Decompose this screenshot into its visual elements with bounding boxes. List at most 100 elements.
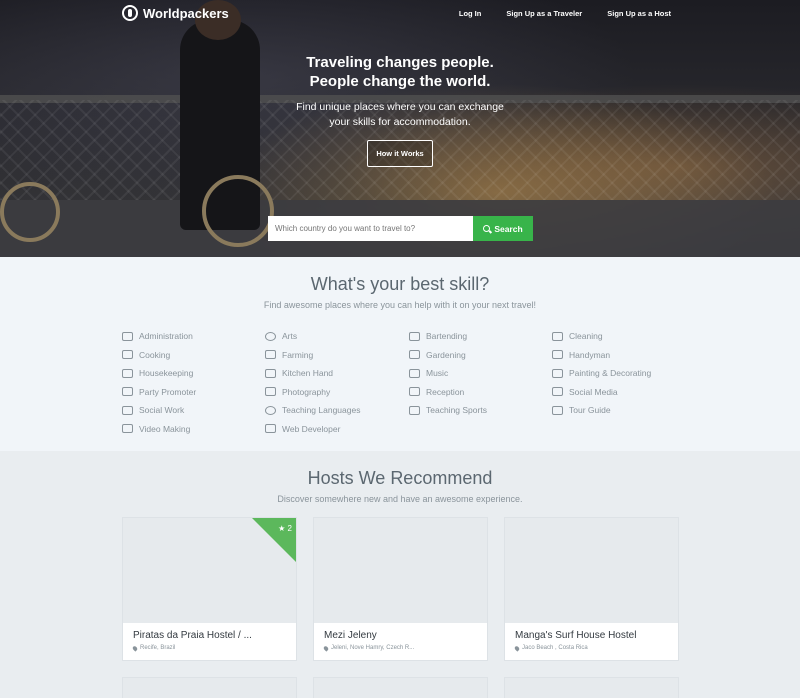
palette-icon <box>265 331 276 341</box>
skill-cooking[interactable]: Cooking <box>122 346 196 365</box>
skill-label: Tour Guide <box>569 405 611 416</box>
host-card[interactable]: Mezi Jeleny Jeleni, Nove Hamry, Czech R.… <box>313 517 488 661</box>
skill-label: Music <box>426 368 449 379</box>
hero-title-line2: People change the world. <box>309 73 491 90</box>
video-camera-icon <box>122 424 133 434</box>
skill-photography[interactable]: Photography <box>265 383 360 402</box>
bicycle-wheel <box>0 182 60 242</box>
hero-subtitle-line1: Find unique places where you can exchang… <box>296 101 504 113</box>
hero-title-line1: Traveling changes people. <box>306 54 494 71</box>
host-location: Jaco Beach , Costa Rica <box>513 644 668 652</box>
skill-handyman[interactable]: Handyman <box>552 346 651 365</box>
signup-traveler-link[interactable]: Sign Up as a Traveler <box>506 9 582 18</box>
wrench-icon <box>552 350 563 360</box>
signup-host-link[interactable]: Sign Up as a Host <box>607 9 671 18</box>
host-card-partial[interactable] <box>313 677 488 698</box>
bed-icon <box>122 368 133 378</box>
host-card[interactable]: ★ 2 Piratas da Praia Hostel / ... Recife… <box>122 517 297 661</box>
skill-web-developer[interactable]: Web Developer <box>265 420 360 439</box>
how-it-works-button[interactable]: How it Works <box>367 140 433 167</box>
skill-arts[interactable]: Arts <box>265 327 360 346</box>
search-button[interactable]: Search <box>473 216 533 241</box>
skill-video-making[interactable]: Video Making <box>122 420 196 439</box>
skill-label: Arts <box>282 331 298 342</box>
hands-icon <box>122 405 133 415</box>
skills-column-1: Administration Cooking Housekeeping Part… <box>122 327 196 438</box>
host-location: Jeleni, Nove Hamry, Czech R... <box>322 644 477 652</box>
hero-banner: Worldpackers Log In Sign Up as a Travele… <box>0 0 800 257</box>
login-link[interactable]: Log In <box>459 9 482 18</box>
skills-column-3: Bartending Gardening Music Reception Tea… <box>409 327 487 420</box>
skill-kitchen-hand[interactable]: Kitchen Hand <box>265 364 360 383</box>
host-name[interactable]: Piratas da Praia Hostel / ... <box>133 630 286 641</box>
skill-bartending[interactable]: Bartending <box>409 327 487 346</box>
skill-housekeeping[interactable]: Housekeeping <box>122 364 196 383</box>
skill-label: Housekeeping <box>139 368 194 379</box>
host-card[interactable]: Manga's Surf House Hostel Jaco Beach , C… <box>504 517 679 661</box>
skill-social-work[interactable]: Social Work <box>122 401 196 420</box>
host-card-partial[interactable] <box>122 677 297 698</box>
skill-tour-guide[interactable]: Tour Guide <box>552 401 651 420</box>
skill-label: Social Media <box>569 386 618 397</box>
nav-links: Log In Sign Up as a Traveler Sign Up as … <box>459 9 671 18</box>
skills-column-4: Cleaning Handyman Painting & Decorating … <box>552 327 651 420</box>
skill-farming[interactable]: Farming <box>265 346 360 365</box>
skill-label: Cleaning <box>569 331 603 342</box>
map-pin-icon <box>513 644 521 652</box>
skill-label: Administration <box>139 331 193 342</box>
skill-cleaning[interactable]: Cleaning <box>552 327 651 346</box>
skill-gardening[interactable]: Gardening <box>409 346 487 365</box>
skill-social-media[interactable]: Social Media <box>552 383 651 402</box>
shovel-icon <box>409 350 420 360</box>
brand-name: Worldpackers <box>143 5 229 21</box>
skill-administration[interactable]: Administration <box>122 327 196 346</box>
pot-icon <box>122 350 133 360</box>
hosts-title: Hosts We Recommend <box>307 468 493 488</box>
skill-reception[interactable]: Reception <box>409 383 487 402</box>
host-location: Recife, Brazil <box>131 644 286 652</box>
globe-icon <box>122 5 138 21</box>
host-name[interactable]: Manga's Surf House Hostel <box>515 630 668 641</box>
hero-subtitle: Find unique places where you can exchang… <box>0 100 800 130</box>
cocktail-icon <box>409 331 420 341</box>
skill-label: Bartending <box>426 331 468 342</box>
camera-icon <box>265 387 276 397</box>
skill-party-promoter[interactable]: Party Promoter <box>122 383 196 402</box>
briefcase-icon <box>122 331 133 341</box>
whistle-icon <box>409 405 420 415</box>
skill-music[interactable]: Music <box>409 364 487 383</box>
country-search-input[interactable] <box>268 216 473 241</box>
hero-subtitle-line2: your skills for accommodation. <box>329 116 471 128</box>
knife-icon <box>265 368 276 378</box>
host-card-partial[interactable] <box>504 677 679 698</box>
paint-roller-icon <box>552 368 563 378</box>
brand-logo[interactable]: Worldpackers <box>122 5 229 21</box>
skill-label: Photography <box>282 386 331 397</box>
skill-painting-decorating[interactable]: Painting & Decorating <box>552 364 651 383</box>
host-card-info: Mezi Jeleny Jeleni, Nove Hamry, Czech R.… <box>314 623 487 660</box>
map-icon <box>552 405 563 415</box>
skill-teaching-languages[interactable]: Teaching Languages <box>265 401 360 420</box>
map-pin-icon <box>322 644 330 652</box>
skill-label: Reception <box>426 386 465 397</box>
share-icon <box>552 387 563 397</box>
skill-teaching-sports[interactable]: Teaching Sports <box>409 401 487 420</box>
bell-icon <box>409 387 420 397</box>
host-location-text: Jaco Beach , Costa Rica <box>522 645 588 651</box>
map-pin-icon <box>131 644 139 652</box>
host-card-info: Manga's Surf House Hostel Jaco Beach , C… <box>505 623 678 660</box>
skill-label: Web Developer <box>282 423 341 434</box>
skill-label: Teaching Sports <box>426 405 487 416</box>
leaf-icon <box>265 350 276 360</box>
host-name[interactable]: Mezi Jeleny <box>324 630 477 641</box>
speech-bubble-icon <box>265 405 276 415</box>
skills-column-2: Arts Farming Kitchen Hand Photography Te… <box>265 327 360 438</box>
bicycle-wheel <box>202 175 274 247</box>
host-location-text: Jeleni, Nove Hamry, Czech R... <box>331 645 415 651</box>
skill-label: Social Work <box>139 405 185 416</box>
broom-icon <box>552 331 563 341</box>
skill-label: Video Making <box>139 423 191 434</box>
host-location-text: Recife, Brazil <box>140 645 176 651</box>
top-nav: Worldpackers Log In Sign Up as a Travele… <box>0 0 800 30</box>
skills-subtitle: Find awesome places where you can help w… <box>263 300 537 310</box>
